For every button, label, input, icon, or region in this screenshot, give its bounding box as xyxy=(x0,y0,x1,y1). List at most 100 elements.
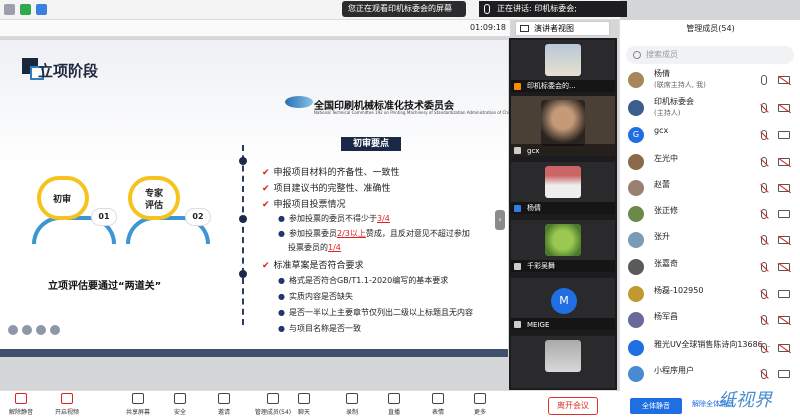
camera-icon[interactable] xyxy=(778,131,790,139)
annotation-grid-icon[interactable] xyxy=(36,325,46,335)
video-tile[interactable]: gcx xyxy=(511,96,615,156)
mute-all-button[interactable]: 全体静音 xyxy=(630,398,682,414)
collapse-panel-button[interactable]: › xyxy=(495,210,505,230)
video-tile[interactable] xyxy=(511,336,615,388)
member-row[interactable]: 赵蕾 xyxy=(620,176,800,200)
toolbar-label: 解除静音 xyxy=(8,409,33,416)
member-row[interactable]: 杨磊-102950 xyxy=(620,282,800,306)
screenshare-banner: 您正在观看印机标委会的屏幕 xyxy=(342,1,466,17)
more-button[interactable]: 更多 xyxy=(468,393,492,420)
invite-button[interactable]: 邀请 xyxy=(212,393,236,420)
camera-icon[interactable] xyxy=(778,344,790,352)
mic-icon[interactable] xyxy=(761,235,767,245)
member-row[interactable]: 张嘉奇 xyxy=(620,255,800,279)
member-row[interactable]: 印机标委会 (主持人) xyxy=(620,96,800,120)
member-row[interactable]: 张升 xyxy=(620,228,800,252)
mic-icon[interactable] xyxy=(761,183,767,193)
camera-icon[interactable] xyxy=(778,370,790,378)
security-button[interactable]: 安全 xyxy=(168,393,192,420)
step-number: 02 xyxy=(185,208,211,226)
item-text: 参加投票的委员不得少于 xyxy=(288,214,377,223)
reactions-button[interactable]: 表情 xyxy=(426,393,450,420)
member-row[interactable]: 张正修 xyxy=(620,202,800,226)
participant-name: gcx xyxy=(527,147,540,155)
camera-icon[interactable] xyxy=(778,263,790,271)
mic-icon[interactable] xyxy=(761,75,767,85)
shield-icon xyxy=(174,393,186,404)
member-row[interactable]: Ggcx xyxy=(620,123,800,147)
mic-icon[interactable] xyxy=(761,209,767,219)
info-icon[interactable] xyxy=(4,4,15,15)
slide-footer-bar xyxy=(0,349,508,357)
participant-video xyxy=(541,100,585,146)
member-name: 杨倩 xyxy=(654,69,670,78)
member-name: 张正修 xyxy=(654,206,678,215)
unmute-button[interactable]: 解除静音 xyxy=(4,393,38,420)
camera-icon[interactable] xyxy=(778,210,790,218)
item-text: 申报项目投票情况 xyxy=(273,200,346,210)
bullet-icon: ● xyxy=(278,292,285,301)
shield-icon[interactable] xyxy=(36,4,47,15)
speaking-indicator: 正在讲话: 印机标委会; xyxy=(479,1,627,17)
camera-icon[interactable] xyxy=(778,76,790,84)
highlight-text: 2/3以上 xyxy=(336,229,366,238)
signal-icon[interactable] xyxy=(20,4,31,15)
camera-icon[interactable] xyxy=(778,184,790,192)
mic-icon xyxy=(15,393,27,404)
member-avatar xyxy=(628,286,644,302)
speaker-view-button[interactable]: 演讲者视图 xyxy=(515,21,610,36)
mic-icon[interactable] xyxy=(761,315,767,325)
camera-icon[interactable] xyxy=(778,316,790,324)
camera-icon[interactable] xyxy=(778,104,790,112)
mic-icon[interactable] xyxy=(761,289,767,299)
member-name: 雅光UV全球销售陈诗向13686... xyxy=(654,340,771,349)
members-icon xyxy=(267,393,279,404)
participant-avatar xyxy=(545,44,581,76)
member-search-input[interactable]: 搜索成员 xyxy=(626,46,794,64)
chat-button[interactable]: 聊天 xyxy=(292,393,316,420)
mic-icon[interactable] xyxy=(761,130,767,140)
check-icon: ✔ xyxy=(262,200,270,210)
item-text: 实质内容是否缺失 xyxy=(288,292,353,301)
step-2-label: 评估 xyxy=(145,201,164,211)
camera-icon[interactable] xyxy=(778,290,790,298)
member-row[interactable]: 左光中 xyxy=(620,150,800,174)
camera-icon[interactable] xyxy=(778,236,790,244)
timeline-line xyxy=(242,145,244,325)
member-row[interactable]: 杨倩 (联席主持人, 我) xyxy=(620,68,800,92)
annotation-more-icon[interactable] xyxy=(50,325,60,335)
camera-icon[interactable] xyxy=(778,158,790,166)
bullet-icon: ● xyxy=(278,308,285,317)
panel-heading: 初审要点 xyxy=(341,137,401,151)
mic-icon[interactable] xyxy=(761,103,767,113)
annotation-back-icon[interactable] xyxy=(8,325,18,335)
live-button[interactable]: 直播 xyxy=(382,393,406,420)
leave-meeting-button[interactable]: 离开会议 xyxy=(548,397,598,415)
check-icon: ✔ xyxy=(262,184,270,194)
member-row[interactable]: 雅光UV全球销售陈诗向13686... xyxy=(620,336,800,360)
video-tile[interactable]: 千彩吴舞 xyxy=(511,220,615,272)
mic-icon[interactable] xyxy=(761,157,767,167)
share-screen-button[interactable]: 共享屏幕 xyxy=(118,393,158,420)
member-avatar xyxy=(628,154,644,170)
slide-title: 立项阶段 xyxy=(38,62,99,80)
manage-members-button[interactable]: 管理成员(54) xyxy=(248,393,298,420)
annotation-pen-icon[interactable] xyxy=(22,325,32,335)
video-tile[interactable]: M MEIGE xyxy=(511,278,615,330)
start-video-button[interactable]: 开启视频 xyxy=(50,393,84,420)
toolbar-label: 管理成员(54) xyxy=(254,409,292,416)
mic-icon[interactable] xyxy=(761,262,767,272)
toolbar-label: 安全 xyxy=(173,409,186,416)
mic-icon[interactable] xyxy=(761,343,767,353)
record-button[interactable]: 录制 xyxy=(340,393,364,420)
member-row[interactable]: 杨军昌 xyxy=(620,308,800,332)
item-text: 投票委员的 xyxy=(288,243,328,252)
video-tile[interactable]: 杨倩 xyxy=(511,162,615,214)
mic-icon[interactable] xyxy=(761,369,767,379)
video-tile[interactable]: 印机标委会的... xyxy=(511,40,615,92)
participant-name: 杨倩 xyxy=(527,204,541,212)
bullet-icon: ● xyxy=(278,214,285,223)
member-avatar xyxy=(628,340,644,356)
camera-icon xyxy=(61,393,73,404)
member-row[interactable]: 小程序用户 xyxy=(620,362,800,386)
